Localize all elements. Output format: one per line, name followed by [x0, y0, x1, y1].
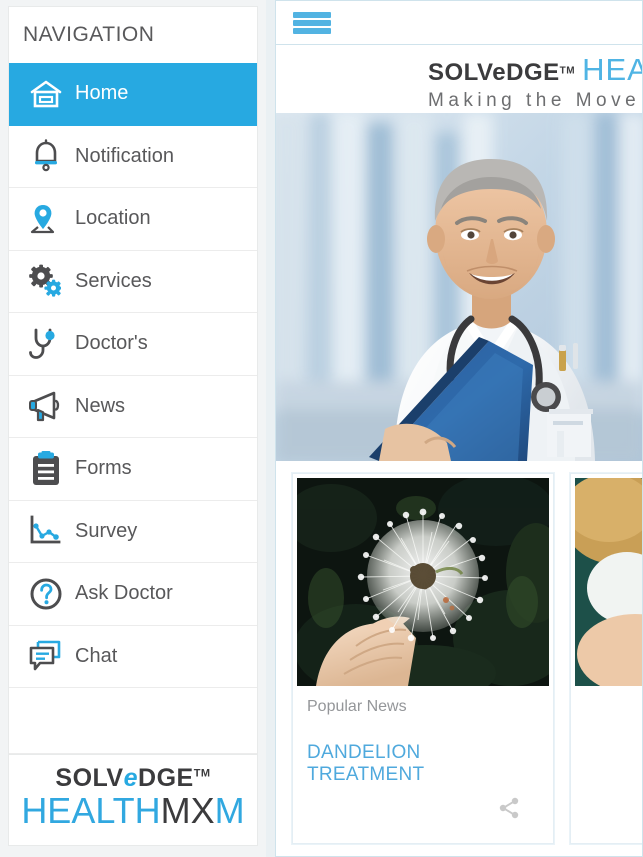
sidebar-item-label: Forms — [75, 457, 132, 480]
sidebar-item-label: Chat — [75, 644, 118, 667]
logo-health-text: HEALTH — [21, 790, 161, 832]
sidebar-item-label: Location — [75, 207, 151, 230]
brand-bar: SOLVeDGETM HEAL Making the Move t — [275, 45, 643, 113]
doctor-photo-illustration — [276, 113, 642, 461]
bell-icon — [23, 135, 69, 177]
sidebar-nav-list: Home Notification Location Services Doct… — [8, 63, 258, 755]
hamburger-bar — [293, 11, 331, 18]
app-root: NAVIGATION Home Notification Location Se… — [0, 0, 643, 857]
sidebar-logo: SOLVeDGETM HEALTHMXM — [8, 755, 258, 846]
sidebar-item-survey[interactable]: Survey — [9, 500, 257, 563]
news-title-link[interactable]: DANDELION TREATMENT — [307, 742, 539, 786]
secondary-photo-illustration — [575, 478, 642, 686]
news-card[interactable] — [570, 473, 642, 844]
sidebar-empty-row — [9, 688, 257, 754]
brand-solv-text: SOLV — [428, 59, 493, 86]
chat-bubble-icon — [23, 635, 69, 677]
sidebar-header: NAVIGATION — [8, 6, 258, 63]
stethoscope-icon — [23, 323, 69, 365]
sidebar-item-services[interactable]: Services — [9, 250, 257, 313]
gears-icon — [23, 260, 69, 302]
sidebar-item-label: Survey — [75, 519, 138, 542]
news-kicker: Popular News — [307, 698, 407, 715]
logo-dge-text: DGE — [138, 764, 194, 792]
sidebar-item-notification[interactable]: Notification — [9, 125, 257, 188]
sidebar-item-label: Notification — [75, 144, 174, 167]
hamburger-menu-icon[interactable] — [293, 10, 331, 36]
line-chart-icon — [23, 510, 69, 552]
home-icon — [23, 73, 69, 115]
hamburger-bar — [293, 19, 331, 26]
logo-solv-text: SOLV — [55, 764, 124, 792]
news-image-secondary — [575, 478, 642, 686]
news-card-body: Popular News DANDELION TREATMENT — [297, 686, 549, 839]
sidebar-item-doctors[interactable]: Doctor's — [9, 313, 257, 376]
sidebar-item-news[interactable]: News — [9, 375, 257, 438]
sidebar-item-forms[interactable]: Forms — [9, 438, 257, 501]
brand-logo: SOLVeDGETM HEAL Making the Move t — [428, 52, 643, 112]
brand-dge-text: DGE — [506, 59, 560, 86]
brand-e-text: e — [492, 59, 507, 86]
top-bar — [275, 0, 643, 45]
sidebar-item-label: Ask Doctor — [75, 582, 173, 605]
news-card-actions — [585, 724, 642, 769]
healthmxm-wordmark: HEALTHMXM — [9, 791, 257, 831]
sidebar-item-ask-doctor[interactable]: Ask Doctor — [9, 563, 257, 626]
page-title: NAVIGATION — [23, 23, 155, 46]
trademark-symbol: TM — [559, 65, 576, 77]
content-panel: Popular News DANDELION TREATMENT — [275, 113, 643, 857]
clipboard-icon — [23, 448, 69, 490]
brand-tagline: Making the Move t — [428, 90, 643, 111]
news-card-actions — [307, 786, 539, 831]
hamburger-bar — [293, 27, 331, 34]
sidebar-item-label: Home — [75, 82, 129, 105]
sidebar-item-home[interactable]: Home — [9, 63, 257, 126]
sidebar: NAVIGATION Home Notification Location Se… — [0, 0, 266, 857]
logo-mx-text: MX — [160, 790, 215, 832]
sidebar-item-label: Services — [75, 269, 152, 292]
share-icon[interactable] — [497, 796, 521, 825]
hero-image — [276, 113, 642, 461]
sidebar-item-location[interactable]: Location — [9, 188, 257, 251]
sidebar-item-chat[interactable]: Chat — [9, 625, 257, 688]
solvedge-wordmark: SOLVeDGETM — [9, 765, 257, 791]
logo-m-text: M — [214, 790, 245, 832]
brand-wordmark-line: SOLVeDGETM HEAL — [428, 52, 642, 87]
news-card-body — [575, 686, 642, 777]
sidebar-item-label: Doctor's — [75, 332, 148, 355]
sidebar-item-label: News — [75, 394, 126, 417]
news-cards-row: Popular News DANDELION TREATMENT — [276, 461, 642, 844]
news-card[interactable]: Popular News DANDELION TREATMENT — [292, 473, 554, 844]
dandelion-illustration — [297, 478, 549, 686]
map-pin-icon — [23, 198, 69, 240]
main-content: SOLVeDGETM HEAL Making the Move t — [266, 0, 643, 857]
dandelion-image — [297, 478, 549, 686]
question-mark-icon — [23, 573, 69, 615]
brand-health-text: HEAL — [582, 52, 642, 87]
megaphone-icon — [23, 385, 69, 427]
logo-e-text: e — [123, 764, 139, 792]
trademark-symbol: TM — [193, 767, 211, 780]
